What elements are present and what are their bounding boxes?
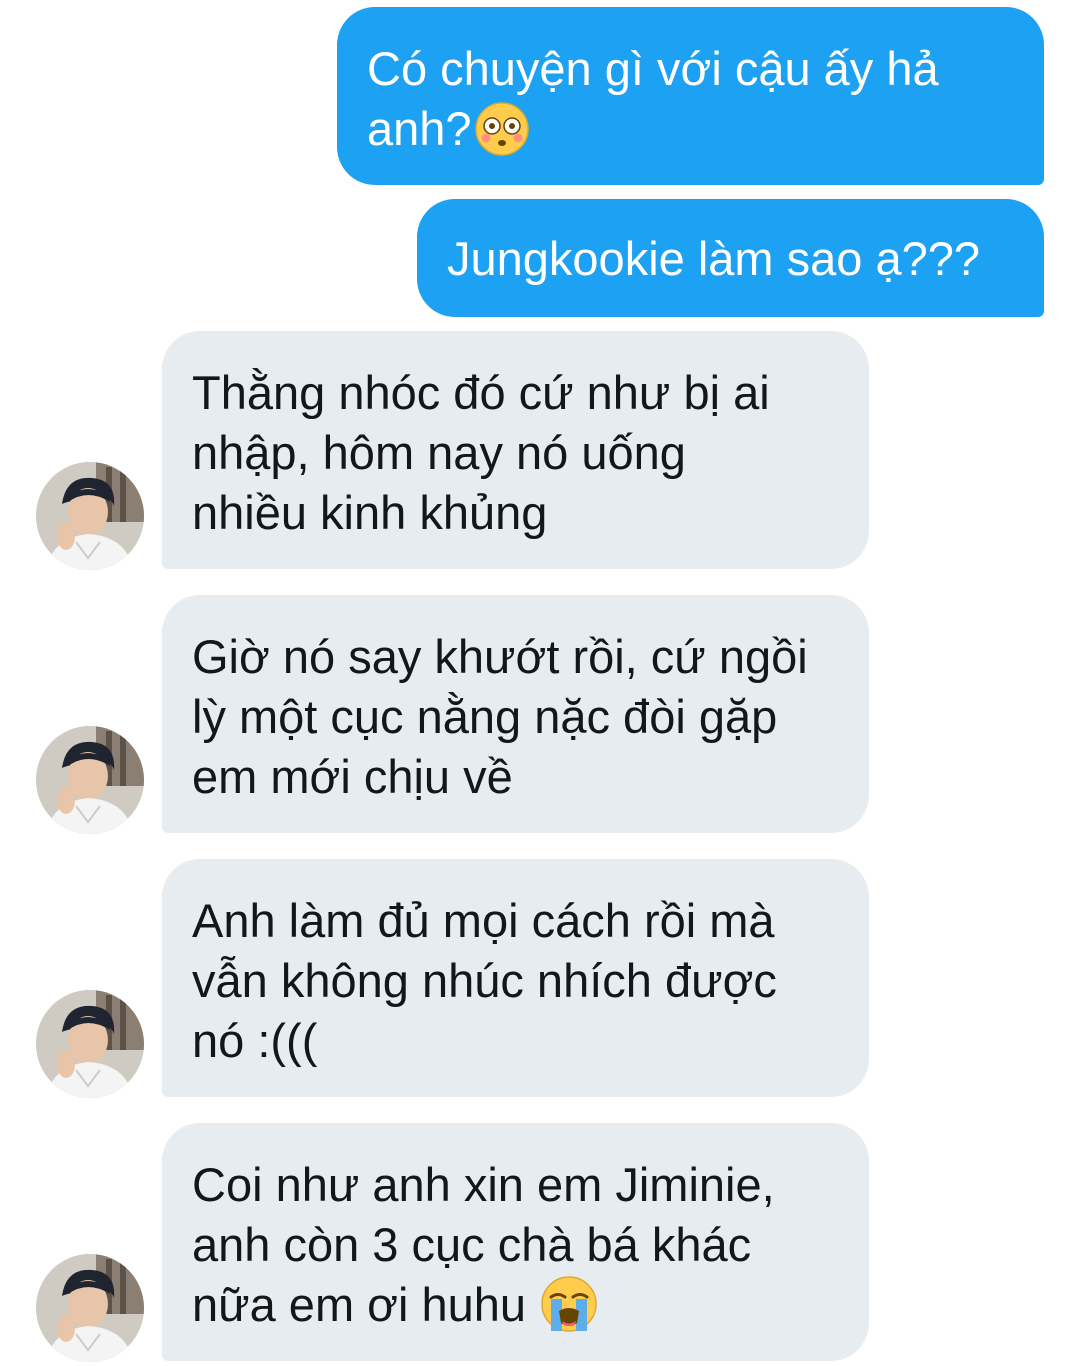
sender-avatar[interactable]	[36, 726, 144, 834]
message-line: Coi như anh xin em Jiminie,	[192, 1158, 775, 1211]
message-line: Anh làm đủ mọi cách rồi mà	[192, 894, 775, 947]
sender-avatar[interactable]	[36, 1254, 144, 1362]
message-line: anh?	[367, 102, 472, 155]
message-line: em mới chịu về	[192, 750, 513, 803]
message-line: Thằng nhóc đó cứ như bị ai	[192, 366, 770, 419]
message-line: nhập, hôm nay nó uống	[192, 426, 686, 479]
profile-photo-icon	[36, 726, 144, 834]
message-line: Jungkookie làm sao ạ???	[447, 232, 981, 285]
received-message-bubble[interactable]: Giờ nó say khướt rồi, cứ ngồi lỳ một cục…	[162, 595, 869, 833]
sent-message-bubble[interactable]: Jungkookie làm sao ạ???	[417, 199, 1044, 317]
message-line: Có chuyện gì với cậu ấy hả	[367, 42, 939, 95]
loudly-crying-face-emoji-icon	[541, 1276, 597, 1332]
message-line: nó :(((	[192, 1014, 318, 1067]
sender-avatar[interactable]	[36, 462, 144, 570]
message-line: lỳ một cục nằng nặc đòi gặp	[192, 690, 778, 743]
message-line-with-emoji: anh?	[367, 99, 1014, 159]
profile-photo-icon	[36, 462, 144, 570]
received-message-bubble[interactable]: Thằng nhóc đó cứ như bị ai nhập, hôm nay…	[162, 331, 869, 569]
sent-message-bubble[interactable]: Có chuyện gì với cậu ấy hả anh?	[337, 7, 1044, 185]
flushed-face-emoji-icon	[474, 102, 529, 156]
message-line: Giờ nó say khướt rồi, cứ ngồi	[192, 630, 808, 683]
received-message-bubble[interactable]: Anh làm đủ mọi cách rồi mà vẫn không nhú…	[162, 859, 869, 1097]
conversation-thread: Có chuyện gì với cậu ấy hả anh? Jungkook…	[0, 0, 1080, 1366]
message-line-with-emoji: nữa em ơi huhu	[192, 1275, 839, 1335]
message-line: nữa em ơi huhu	[192, 1278, 527, 1331]
profile-photo-icon	[36, 1254, 144, 1362]
message-line: vẫn không nhúc nhích được	[192, 954, 777, 1007]
message-line: anh còn 3 cục chà bá khác	[192, 1218, 752, 1271]
sender-avatar[interactable]	[36, 990, 144, 1098]
profile-photo-icon	[36, 990, 144, 1098]
received-message-bubble[interactable]: Coi như anh xin em Jiminie, anh còn 3 cụ…	[162, 1123, 869, 1361]
message-line: nhiều kinh khủng	[192, 486, 548, 539]
